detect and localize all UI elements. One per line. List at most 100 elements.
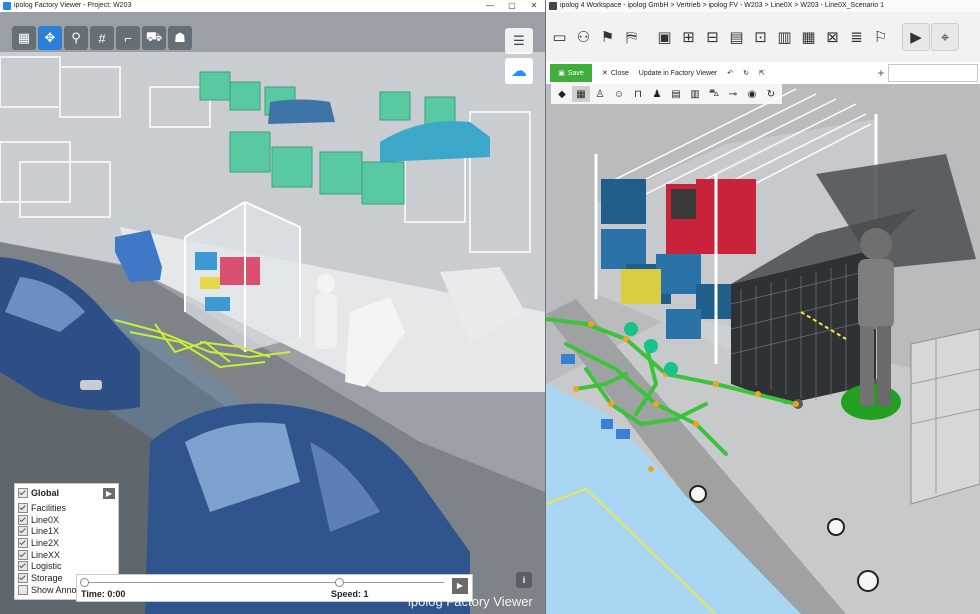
shelf-tool-icon[interactable]: ▤	[667, 86, 685, 102]
layer-label: Show Anno	[31, 584, 77, 595]
workspace-3d-viewport[interactable]	[546, 84, 980, 614]
rack-view-icon[interactable]: ▦	[572, 86, 590, 102]
breadcrumb: ipolog 4 Workspace - ipolog GmbH > Vertr…	[560, 2, 884, 9]
close-label: Close	[610, 69, 629, 77]
time-slider-knob[interactable]	[80, 578, 89, 587]
viewer-toolbar: ▦ ✥ ⚲ # ⌐ ⛟ ☗	[12, 26, 192, 54]
grid-view-icon[interactable]: ⊠	[821, 23, 844, 51]
update-label: Update in Factory Viewer	[638, 69, 718, 77]
box-tool-icon[interactable]: ▥	[686, 86, 704, 102]
viewer-watermark: ipolog Factory Viewer	[408, 594, 533, 609]
close-window-button[interactable]: ✕	[523, 0, 545, 12]
measure-icon[interactable]: ⌐	[116, 26, 140, 50]
close-button[interactable]: ✕ Close	[602, 69, 629, 78]
cursor-select-icon[interactable]: ⌖	[931, 23, 959, 51]
update-factory-viewer-button[interactable]: Update in Factory Viewer	[639, 70, 717, 77]
layers-toggle-icon[interactable]: ◆	[553, 86, 571, 102]
bookmark-icon[interactable]: ⚐	[869, 23, 892, 51]
link-icon[interactable]: ⊸	[724, 86, 742, 102]
minimize-button[interactable]: —	[479, 0, 501, 12]
forklift-icon[interactable]: ⛟	[142, 26, 166, 50]
worker-icon[interactable]: ♙	[591, 86, 609, 102]
layer-label: LineXX	[31, 549, 61, 560]
chart-icon[interactable]: ⊡	[749, 23, 772, 51]
play-button[interactable]: ▶	[452, 578, 468, 594]
car-icon[interactable]: ⛍	[705, 86, 723, 102]
settings-sliders-icon[interactable]: ☰	[505, 28, 533, 54]
flag-icon[interactable]: ⚑	[596, 23, 619, 51]
speed-label: Speed: 1	[331, 589, 369, 599]
save-button[interactable]: ▣ Save	[550, 64, 592, 82]
frame-icon[interactable]: ▣	[653, 23, 676, 51]
layer-checkbox[interactable]	[18, 549, 28, 560]
layer-item[interactable]: Line2X	[15, 537, 118, 549]
search-input[interactable]	[888, 64, 978, 82]
emoji-icon[interactable]: ☺	[610, 86, 628, 102]
users-icon[interactable]: ⚇	[572, 23, 595, 51]
info-button[interactable]: i	[516, 572, 532, 588]
layer-checkbox[interactable]	[18, 537, 28, 548]
refresh-button[interactable]: ↻	[743, 69, 749, 77]
global-checkbox[interactable]	[18, 488, 28, 498]
export-button[interactable]: ⇱	[759, 69, 765, 77]
shelf-icon[interactable]: ⊞	[677, 23, 700, 51]
factory-viewer-titlebar: ipolog Factory Viewer - Project: W203 — …	[0, 0, 545, 12]
view-toolbar: ◆ ▦ ♙ ☺ ⊓ ♟ ▤ ▥ ⛍ ⊸ ◉ ↻	[551, 84, 782, 104]
global-label: Global	[31, 488, 60, 498]
list-icon[interactable]: ≣	[845, 23, 868, 51]
add-icon[interactable]: +	[874, 66, 888, 80]
layer-checkbox[interactable]	[18, 514, 28, 525]
layer-checkbox[interactable]	[18, 561, 28, 572]
workspace-ribbon: ▭ ⚇ ⚑ ⛿ ▣ ⊞ ⊟ ▤ ⊡ ▥ ▦ ⊠ ≣ ⚐ ▶ ⌖	[546, 12, 980, 63]
maximize-button[interactable]: ▢	[501, 0, 523, 12]
layer-label: Line0X	[31, 514, 60, 525]
play-scenario-icon[interactable]: ▶	[902, 23, 930, 51]
layer-checkbox[interactable]	[18, 526, 28, 537]
grid-icon[interactable]: #	[90, 26, 114, 50]
app-logo-icon	[3, 2, 11, 10]
speed-slider-knob[interactable]	[335, 578, 344, 587]
undo-button[interactable]: ↶	[727, 69, 733, 77]
rotate-icon[interactable]: ↻	[762, 86, 780, 102]
layer-label: Logistic	[31, 561, 62, 572]
layers-panel-header[interactable]: Global ▶	[15, 484, 118, 502]
move-icon[interactable]: ✥	[38, 26, 62, 50]
workspace-window: ipolog 4 Workspace - ipolog GmbH > Vertr…	[546, 0, 980, 614]
calendar-icon[interactable]: ▥	[773, 23, 796, 51]
table-icon[interactable]: ▦	[797, 23, 820, 51]
time-label: Time: 0:00	[81, 589, 126, 599]
factory-viewer-window: ipolog Factory Viewer - Project: W203 — …	[0, 0, 545, 614]
page-icon[interactable]: ▭	[548, 23, 571, 51]
layer-label: Facilities	[31, 502, 67, 513]
layers-icon[interactable]: ▦	[12, 26, 36, 50]
save-label: Save	[567, 69, 584, 77]
layer-item[interactable]: LineXX	[15, 549, 118, 561]
layer-item[interactable]: Line1X	[15, 525, 118, 537]
rack-icon[interactable]: ⊟	[701, 23, 724, 51]
box-icon[interactable]: ▤	[725, 23, 748, 51]
save-icon: ▣	[558, 70, 565, 77]
close-icon: ✕	[602, 70, 608, 77]
layer-label: Storage	[31, 572, 63, 583]
layer-label: Line1X	[31, 526, 60, 537]
layer-item[interactable]: Facilities	[15, 502, 118, 514]
person-tool-icon[interactable]: ♟	[648, 86, 666, 102]
bookmark-flag-icon[interactable]: ⛿	[620, 23, 643, 51]
layer-item[interactable]: Line0X	[15, 514, 118, 526]
action-bar: ▣ Save ✕ Close Update in Factory Viewer …	[546, 62, 980, 85]
layer-checkbox[interactable]	[18, 502, 28, 513]
frame-tool-icon[interactable]: ⊓	[629, 86, 647, 102]
layer-item[interactable]: Logistic	[15, 560, 118, 572]
window-title: ipolog Factory Viewer - Project: W203	[14, 2, 132, 9]
layer-checkbox[interactable]	[18, 584, 28, 595]
time-slider-track[interactable]	[85, 582, 444, 583]
cloud-icon[interactable]: ☁	[505, 58, 533, 84]
layer-checkbox[interactable]	[18, 572, 28, 583]
layer-label: Line2X	[31, 537, 60, 548]
navigate-icon[interactable]: ◉	[743, 86, 761, 102]
pin-icon[interactable]: ⚲	[64, 26, 88, 50]
viewer-side-tools: ☰ ☁	[505, 28, 533, 84]
expand-arrow-icon[interactable]: ▶	[103, 487, 115, 499]
person-icon[interactable]: ☗	[168, 26, 192, 50]
workspace-logo-icon	[549, 2, 557, 10]
